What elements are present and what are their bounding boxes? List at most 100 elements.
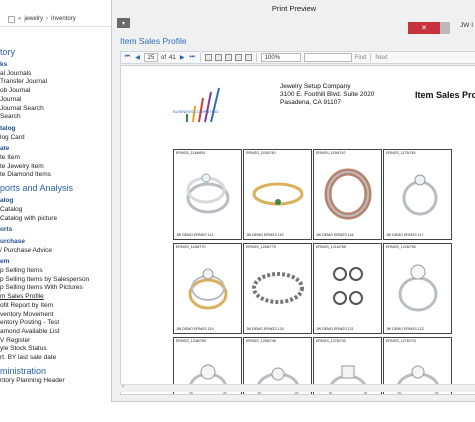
dropdown-menu-button[interactable]: ▾: [117, 18, 130, 28]
refresh-icon[interactable]: [204, 54, 212, 61]
nav-group-title: ministration: [0, 365, 47, 376]
nav-item[interactable]: te Diamond Items: [0, 171, 112, 180]
user-label: JW I: [460, 22, 473, 29]
print-preview-window: Print Preview ▾ Item Sales Profile ✕ JW …: [111, 0, 475, 402]
nav-item[interactable]: Search: [0, 113, 112, 122]
product-sku: ERNGS_1175/745: [386, 151, 416, 155]
nav-item[interactable]: V Register: [0, 337, 112, 346]
ring-image: [252, 182, 304, 206]
ring-image: [398, 264, 438, 312]
product-cell: ERNGS_1148/691 JW DEMO ERNGS 114: [173, 149, 242, 240]
product-cell: ERNGS_1159/742 JW DEMO ERNGS 116: [313, 149, 382, 240]
product-description: JW DEMO ERNGS 120: [246, 327, 284, 331]
nav-item[interactable]: ntory Planning Header: [0, 377, 112, 386]
find-link[interactable]: Find: [355, 55, 367, 61]
product-description: JW DEMO ERNGS 117: [386, 233, 424, 237]
chevron-left-icon: «: [18, 16, 22, 22]
nav-section-title: ks: [0, 61, 8, 68]
nav-item[interactable]: Transfer Journal: [0, 78, 112, 87]
zoom-select[interactable]: 100%: [260, 53, 301, 62]
last-page-icon[interactable]: ⏭: [189, 54, 196, 61]
total-pages: 41: [169, 54, 176, 61]
nav-item[interactable]: rt. BY last sale date: [0, 354, 112, 363]
nav-item[interactable]: m Sales Profile: [0, 293, 112, 302]
nav-item[interactable]: ob Journal: [0, 87, 112, 96]
product-description: JW DEMO ERNGS 115: [246, 233, 284, 237]
page-title: Item Sales Profile: [120, 36, 187, 46]
product-description: JW DEMO ERNGS 114: [176, 233, 214, 237]
report-heading: Item Sales Pro: [415, 90, 475, 100]
page-setup-icon[interactable]: [234, 54, 242, 61]
nav-item[interactable]: te Jewelry Item: [0, 163, 112, 172]
breadcrumb-item[interactable]: jewelry: [24, 16, 43, 22]
report-page: BUSINESS COMPUTING Jewelry Setup Company…: [120, 65, 475, 395]
nav-item[interactable]: ventory Movement: [0, 311, 112, 320]
nav-item[interactable]: Catalog with picture: [0, 215, 112, 224]
product-cell: ERNGS_1228/750 JW DEMO ERNGS 122: [383, 243, 452, 334]
nav-item[interactable]: amond Available List: [0, 328, 112, 337]
product-sku: ERNGS_1159/742: [316, 151, 346, 155]
find-next-link[interactable]: Next: [375, 55, 387, 61]
page-layout-icon[interactable]: [224, 54, 232, 61]
ring-image: [252, 272, 304, 304]
product-sku: ERNGS_1228/750: [386, 245, 416, 249]
product-sku: ERNGS_1148/691: [176, 151, 206, 155]
first-page-icon[interactable]: ⏮: [124, 54, 131, 61]
product-description: JW DEMO ERNGS 119: [176, 327, 214, 331]
ring-image: [333, 267, 363, 305]
next-page-icon[interactable]: ▶: [179, 54, 186, 61]
product-sku: ERNGS_1256/746: [246, 339, 276, 343]
ring-image: [186, 173, 230, 214]
nav-item[interactable]: p Selling Items by Salesperson: [0, 276, 112, 285]
chevron-right-icon: ›: [46, 16, 49, 22]
product-sku: ERNGS_1276/730: [316, 339, 346, 343]
product-sku: ERNGS_1276/723: [386, 339, 416, 343]
nav-section-title: urchase: [0, 237, 25, 245]
product-sku: ERNGS_1248/759: [176, 339, 206, 343]
scroll-left-icon[interactable]: ‹: [122, 384, 124, 390]
product-cell: ERNGS_1265/775 JW DEMO ERNGS 120: [243, 243, 312, 334]
breadcrumb-item[interactable]: Inventory: [51, 16, 76, 22]
product-cell: ERNGS_1175/745 JW DEMO ERNGS 117: [383, 149, 452, 240]
company-logo: [186, 87, 220, 123]
export-icon[interactable]: [244, 54, 252, 61]
find-input[interactable]: [303, 53, 352, 62]
nav-item[interactable]: / Purchase Advice: [0, 247, 112, 256]
close-button[interactable]: ✕: [408, 22, 440, 34]
divider: [0, 26, 112, 27]
product-description: JW DEMO ERNGS 116: [316, 233, 354, 237]
of-label: of: [161, 54, 167, 61]
window-control[interactable]: [440, 22, 450, 34]
nav-item[interactable]: te Item: [0, 154, 112, 163]
nav-item[interactable]: p Selling Items: [0, 267, 112, 276]
nav-item[interactable]: Journal: [0, 96, 112, 105]
product-sku: ERNGS_1265/775: [246, 245, 276, 249]
product-sku: ERNGS_1156/770: [176, 245, 206, 249]
window-title-bar: Print Preview: [112, 0, 475, 17]
breadcrumb: « jewelry › Inventory: [0, 13, 112, 25]
product-cell: ERNGS_1216/755 JW DEMO ERNGS 121: [313, 243, 382, 334]
product-cell: ERNGS_1156/770 JW DEMO ERNGS 119: [173, 243, 242, 334]
page-number-input[interactable]: 25: [144, 53, 158, 62]
product-description: JW DEMO ERNGS 122: [386, 327, 424, 331]
logo-text: BUSINESS COMPUTING: [173, 109, 219, 114]
print-icon[interactable]: [214, 54, 222, 61]
horizontal-scrollbar[interactable]: ‹: [120, 384, 475, 392]
nav-item[interactable]: al Journals: [0, 70, 112, 79]
nav-section-title: alog: [0, 197, 14, 205]
nav-item[interactable]: Journal Search: [0, 105, 112, 114]
product-sku: ERNGS_1155/740: [246, 151, 276, 155]
navigation-pane: tory ks al Journals Transfer Journal ob Jou…: [0, 44, 112, 386]
checkbox-icon[interactable]: [8, 15, 15, 23]
nav-item[interactable]: Catalog: [0, 206, 112, 215]
nav-item[interactable]: ofit Report by Item: [0, 302, 112, 311]
nav-item[interactable]: p Selling Items With Pictures: [0, 284, 112, 293]
company-city: Pasadena, CA 91107: [280, 99, 341, 106]
nav-item[interactable]: log Card: [0, 134, 112, 143]
previous-page-icon[interactable]: ◀: [134, 54, 141, 61]
nav-item[interactable]: entory Posting - Test: [0, 319, 112, 328]
nav-item[interactable]: yle Stock Status: [0, 345, 112, 354]
nav-group-title: ports and Analysis: [0, 183, 74, 194]
product-description: JW DEMO ERNGS 121: [316, 327, 354, 331]
product-sku: ERNGS_1216/755: [316, 245, 346, 249]
